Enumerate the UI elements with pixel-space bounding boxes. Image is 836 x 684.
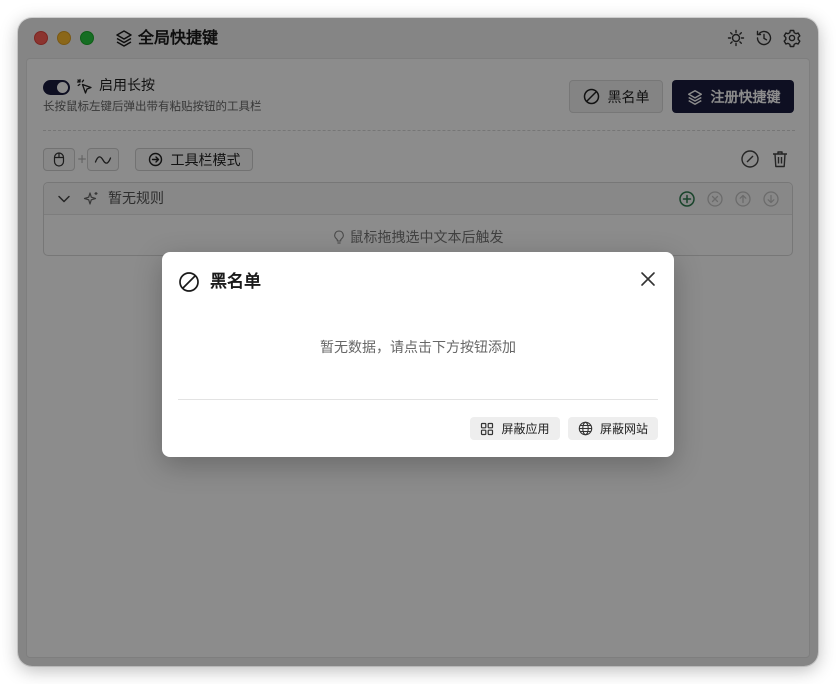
close-icon[interactable]	[638, 269, 658, 289]
modal-title: 黑名单	[210, 272, 261, 292]
block-site-button[interactable]: 屏蔽网站	[568, 417, 658, 440]
modal-divider	[178, 399, 658, 400]
block-site-label: 屏蔽网站	[599, 422, 648, 436]
blacklist-modal: 黑名单 暂无数据，请点击下方按钮添加 屏蔽应用 屏蔽网站	[162, 252, 674, 457]
prohibit-icon	[178, 271, 200, 293]
globe-icon	[578, 421, 593, 436]
block-app-label: 屏蔽应用	[501, 422, 550, 436]
grid-icon	[480, 422, 494, 436]
block-app-button[interactable]: 屏蔽应用	[470, 417, 560, 440]
modal-empty-text: 暂无数据，请点击下方按钮添加	[320, 340, 516, 356]
